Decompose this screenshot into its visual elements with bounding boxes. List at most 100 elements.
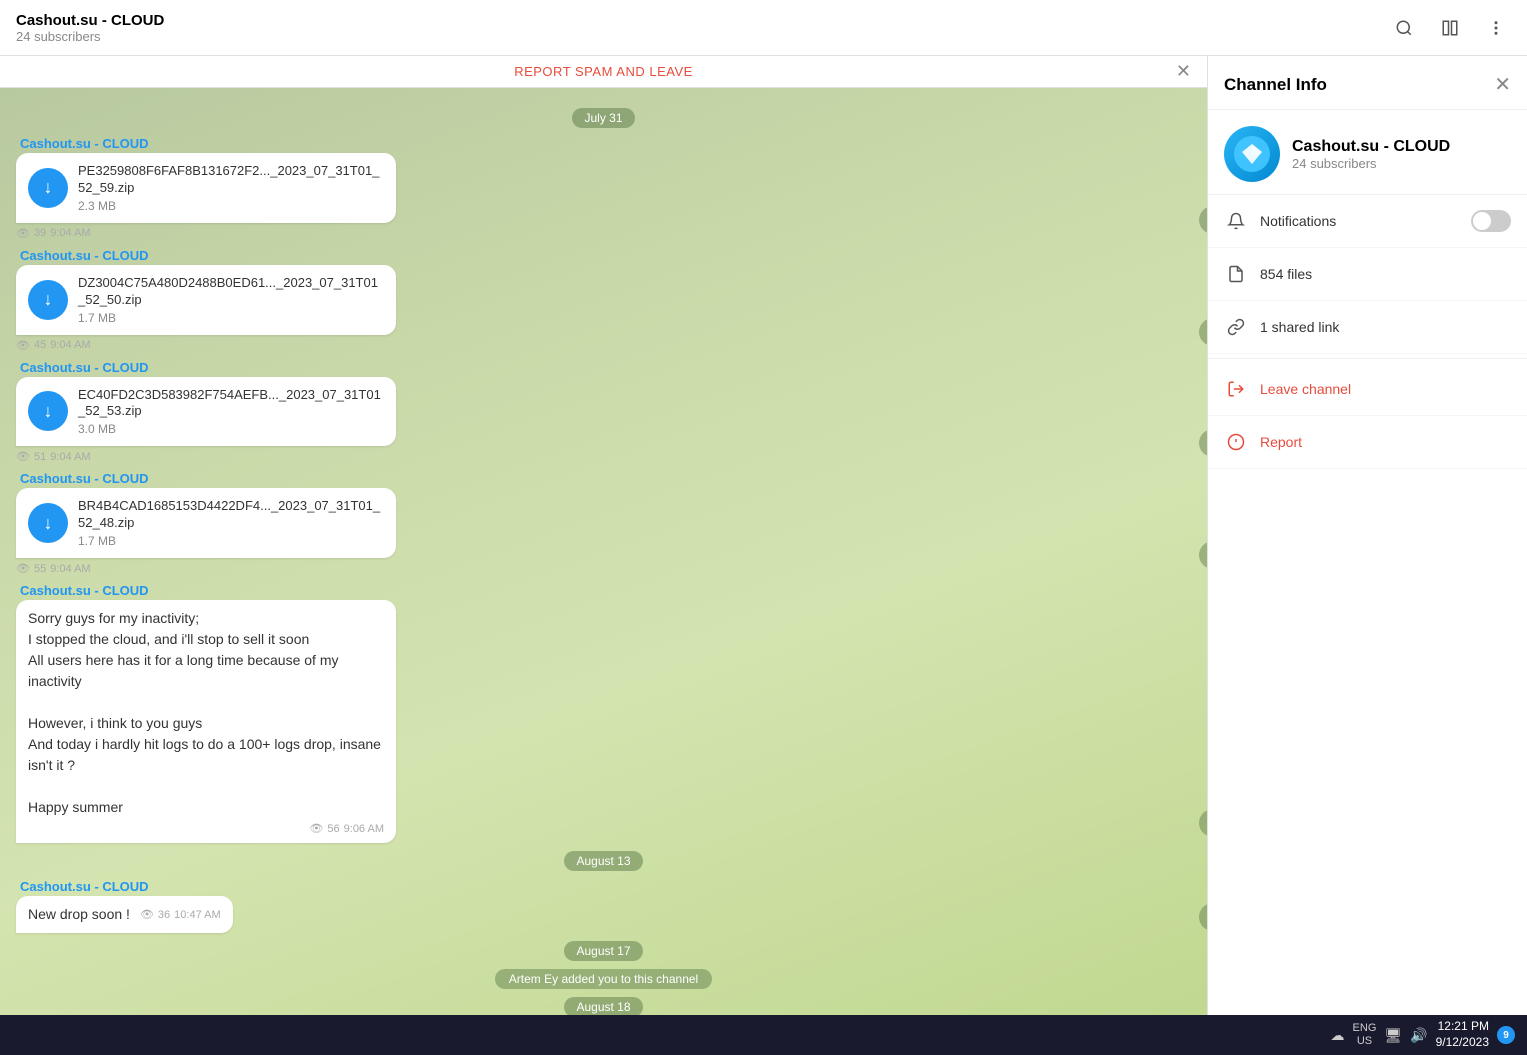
file-icon [1224,262,1248,286]
date-badge: August 17 [564,941,642,961]
forward-button[interactable]: ↪ [1199,206,1207,234]
file-info: BR4B4CAD1685153D4422DF4..._2023_07_31T01… [78,498,384,548]
views-icon: 👁 [16,227,30,240]
message-3: Cashout.su - CLOUD ↓ EC40FD2C3D583982F75… [16,360,1191,464]
message-sender: Cashout.su - CLOUD [16,360,149,375]
more-button[interactable] [1481,13,1511,43]
date-divider-aug13: August 13 [16,851,1191,871]
spam-bar: REPORT SPAM AND LEAVE ✕ [0,56,1207,88]
views-icon: 👁 [16,339,30,352]
shared-link-row[interactable]: 1 shared link [1208,301,1527,354]
file-bubble: ↓ PE3259808F6FAF8B131672F2..._2023_07_31… [16,153,396,223]
message-1: Cashout.su - CLOUD ↓ PE3259808F6FAF8B131… [16,136,1191,240]
message-meta: 👁 56 9:06 AM [28,822,384,835]
files-label: 854 files [1260,266,1511,282]
views-icon: 👁 [140,908,154,921]
channel-info-header: Cashout.su - CLOUD 24 subscribers [1208,110,1527,195]
columns-button[interactable] [1435,13,1465,43]
views-icon: 👁 [309,822,323,835]
message-5: Cashout.su - CLOUD Sorry guys for my ina… [16,583,1191,843]
report-icon [1224,430,1248,454]
message-meta: 👁 55 9:04 AM [16,562,91,575]
forward-button[interactable]: ↪ [1199,903,1207,931]
file-bubble: ↓ EC40FD2C3D583982F754AEFB..._2023_07_31… [16,377,396,447]
message-sender: Cashout.su - CLOUD [16,248,149,263]
date-badge: August 13 [564,851,642,871]
spam-text: REPORT SPAM AND LEAVE [514,64,693,79]
channel-avatar [1224,126,1280,182]
spam-close-button[interactable]: ✕ [1176,61,1191,82]
views-count: 39 [34,227,46,239]
close-panel-button[interactable]: ✕ [1494,72,1511,97]
file-info: PE3259808F6FAF8B131672F2..._2023_07_31T0… [78,163,384,213]
message-meta: 👁 51 9:04 AM [16,450,91,463]
panel-divider [1208,358,1527,359]
message-time: 10:47 AM [174,909,220,921]
message-sender: Cashout.su - CLOUD [16,471,149,486]
message-sender: Cashout.su - CLOUD [16,879,149,894]
top-bar-icons [1389,13,1511,43]
cloud-icon: ☁ [1331,1027,1345,1044]
download-icon[interactable]: ↓ [28,503,68,543]
message-time: 9:04 AM [50,563,90,575]
channel-subs: 24 subscribers [1292,156,1450,171]
report-row[interactable]: Report [1208,416,1527,469]
views-icon: 👁 [16,450,30,463]
system-message: Artem Ey added you to this channel [16,969,1191,989]
file-info: EC40FD2C3D583982F754AEFB..._2023_07_31T0… [78,387,384,437]
notification-badge[interactable]: 9 [1497,1026,1515,1044]
message-4: Cashout.su - CLOUD ↓ BR4B4CAD1685153D442… [16,471,1191,575]
download-icon[interactable]: ↓ [28,391,68,431]
message-sender: Cashout.su - CLOUD [16,136,149,151]
forward-button[interactable]: ↪ [1199,541,1207,569]
right-panel: Channel Info ✕ [1207,56,1527,1015]
notifications-row[interactable]: Notifications [1208,195,1527,248]
file-name: EC40FD2C3D583982F754AEFB..._2023_07_31T0… [78,387,384,421]
report-label: Report [1260,434,1302,450]
date-divider-aug17: August 17 [16,941,1191,961]
notifications-label: Notifications [1260,213,1471,229]
file-name: BR4B4CAD1685153D4422DF4..._2023_07_31T01… [78,498,384,532]
date-badge: August 18 [564,997,642,1015]
message-meta: 👁 39 9:04 AM [16,227,91,240]
taskbar-clock: 12:21 PM 9/12/2023 [1436,1019,1489,1050]
views-count: 36 [158,909,170,921]
channel-name: Cashout.su - CLOUD [1292,138,1450,156]
message-6: Cashout.su - CLOUD New drop soon ! 👁 36 … [16,879,1191,933]
file-size: 1.7 MB [78,311,384,325]
forward-button[interactable]: ↪ [1199,429,1207,457]
notifications-toggle[interactable] [1471,210,1511,232]
file-bubble: ↓ BR4B4CAD1685153D4422DF4..._2023_07_31T… [16,488,396,558]
views-count: 55 [34,563,46,575]
file-info: DZ3004C75A480D2488B0ED61..._2023_07_31T0… [78,275,384,325]
right-panel-header: Channel Info ✕ [1208,56,1527,110]
text-bubble: Sorry guys for my inactivity; I stopped … [16,600,396,843]
message-sender: Cashout.su - CLOUD [16,583,149,598]
shared-link-label: 1 shared link [1260,319,1511,335]
system-badge: Artem Ey added you to this channel [495,969,712,989]
main-area: REPORT SPAM AND LEAVE ✕ July 31 Cashout.… [0,56,1527,1015]
views-count: 56 [327,823,339,835]
download-icon[interactable]: ↓ [28,168,68,208]
file-name: PE3259808F6FAF8B131672F2..._2023_07_31T0… [78,163,384,197]
message-time: 9:04 AM [50,227,90,239]
leave-channel-row[interactable]: Leave channel [1208,363,1527,416]
forward-button[interactable]: ↪ [1199,809,1207,837]
file-size: 2.3 MB [78,199,384,213]
channel-details: Cashout.su - CLOUD 24 subscribers [1292,138,1450,171]
chat-background[interactable]: July 31 Cashout.su - CLOUD ↓ PE3259808F6… [0,88,1207,1015]
search-button[interactable] [1389,13,1419,43]
views-count: 51 [34,451,46,463]
date-divider-aug18: August 18 [16,997,1191,1015]
leave-icon [1224,377,1248,401]
files-row[interactable]: 854 files [1208,248,1527,301]
views-icon: 👁 [16,562,30,575]
views-count: 45 [34,339,46,351]
chat-title-area: Cashout.su - CLOUD 24 subscribers [16,12,164,44]
forward-button[interactable]: ↪ [1199,318,1207,346]
language-indicator: ENG US [1353,1022,1377,1048]
download-icon[interactable]: ↓ [28,280,68,320]
bell-icon [1224,209,1248,233]
message-2: Cashout.su - CLOUD ↓ DZ3004C75A480D2488B… [16,248,1191,352]
message-text: Sorry guys for my inactivity; I stopped … [28,608,384,818]
